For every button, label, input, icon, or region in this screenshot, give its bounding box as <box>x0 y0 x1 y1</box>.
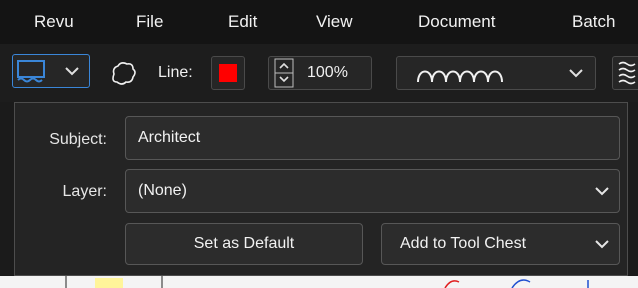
hatch-button[interactable] <box>612 56 638 90</box>
hatch-icon <box>618 61 636 85</box>
line-label: Line: <box>158 64 193 81</box>
set-as-default-label: Set as Default <box>193 235 295 252</box>
drawing-canvas[interactable] <box>0 276 638 288</box>
markup-properties-panel: Subject: Architect Layer: (None) Set as … <box>14 102 628 276</box>
menu-revu[interactable]: Revu <box>34 0 74 44</box>
menu-file[interactable]: File <box>136 0 163 44</box>
markup-toolbar: Line: 100% <box>0 44 638 102</box>
line-style-dropdown-icon <box>417 69 583 83</box>
subject-label: Subject: <box>49 131 107 148</box>
layer-value: (None) <box>138 182 187 199</box>
menu-document[interactable]: Document <box>418 0 495 44</box>
color-swatch <box>219 64 237 82</box>
layer-select[interactable]: (None) <box>125 169 620 213</box>
chevron-down-icon <box>595 187 609 196</box>
menu-edit[interactable]: Edit <box>228 0 257 44</box>
chevron-down-icon <box>595 240 609 249</box>
markup-style-dropdown[interactable] <box>12 54 90 88</box>
opacity-stepper[interactable]: 100% <box>268 56 372 90</box>
opacity-stepper-icon <box>274 58 294 88</box>
markup-style-dropdown-icon <box>17 60 79 83</box>
line-color-swatch[interactable] <box>211 56 245 90</box>
opacity-value: 100% <box>307 64 348 81</box>
add-to-tool-chest-label: Add to Tool Chest <box>400 235 527 252</box>
add-to-tool-chest-button[interactable]: Add to Tool Chest <box>381 223 620 265</box>
menu-bar: Revu File Edit View Document Batch <box>0 0 638 44</box>
menu-view[interactable]: View <box>316 0 353 44</box>
subject-value: Architect <box>138 129 201 146</box>
line-style-dropdown[interactable] <box>396 56 596 90</box>
set-as-default-button[interactable]: Set as Default <box>125 223 363 265</box>
cloud-shape-icon[interactable] <box>108 60 138 90</box>
subject-input[interactable]: Architect <box>125 116 620 160</box>
drawing-fragment <box>65 276 589 288</box>
layer-label: Layer: <box>62 183 107 200</box>
menu-batch[interactable]: Batch <box>572 0 615 44</box>
